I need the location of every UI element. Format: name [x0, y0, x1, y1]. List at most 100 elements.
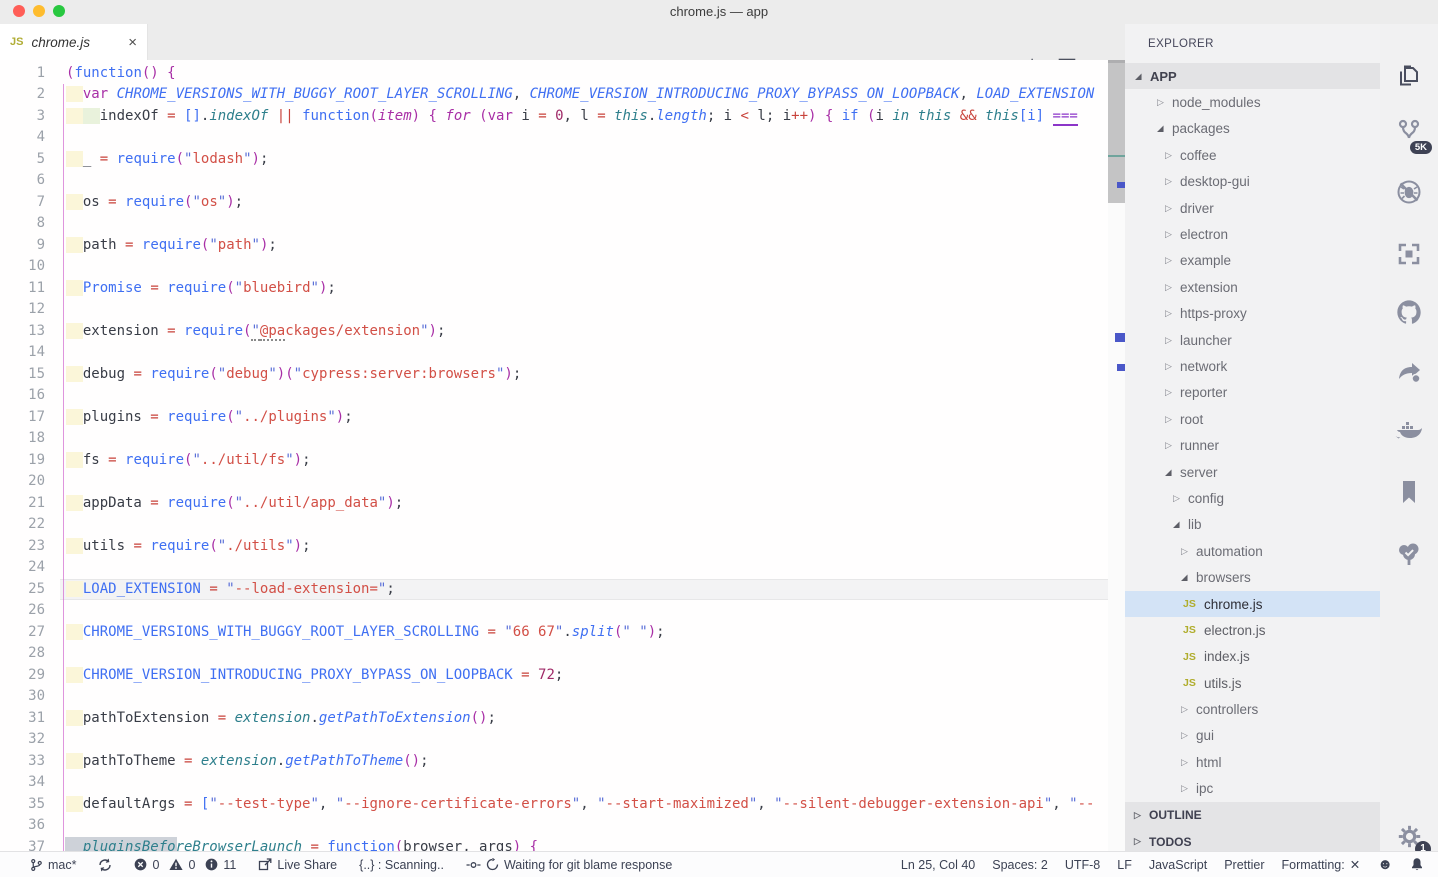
tree-item-packages[interactable]: ◢packages: [1125, 116, 1380, 142]
code-line-32[interactable]: 32: [0, 729, 1108, 751]
pull-requests-icon[interactable]: 5K: [1394, 117, 1424, 147]
sync-changes-item[interactable]: [98, 858, 112, 872]
code-line-1[interactable]: 1(function() {: [0, 63, 1108, 85]
tree-item-chrome-js[interactable]: JSchrome.js: [1125, 591, 1380, 617]
formatting-item[interactable]: Formatting: ✕: [1282, 857, 1361, 872]
tree-item-extension[interactable]: ▷extension: [1125, 274, 1380, 300]
code-line-4[interactable]: 4: [0, 127, 1108, 149]
code-line-17[interactable]: 17 plugins = require("../plugins");: [0, 407, 1108, 429]
tab-chrome-js[interactable]: JS chrome.js ×: [0, 24, 148, 60]
code-line-18[interactable]: 18: [0, 428, 1108, 450]
tree-item-launcher[interactable]: ▷launcher: [1125, 327, 1380, 353]
code-line-5[interactable]: 5 _ = require("lodash");: [0, 149, 1108, 171]
code-line-6[interactable]: 6: [0, 170, 1108, 192]
frame-icon[interactable]: [1394, 239, 1424, 269]
tree-item-browsers[interactable]: ◢browsers: [1125, 564, 1380, 590]
todos-section[interactable]: ▷ TODOS: [1125, 828, 1380, 851]
tree-item-label: coffee: [1180, 148, 1217, 163]
share-icon[interactable]: [1394, 356, 1424, 386]
bookmarks-icon[interactable]: [1394, 477, 1424, 507]
code-line-27[interactable]: 27 CHROME_VERSIONS_WITH_BUGGY_ROOT_LAYER…: [0, 622, 1108, 644]
github-icon[interactable]: [1394, 297, 1424, 327]
eol-item[interactable]: LF: [1117, 858, 1132, 872]
outline-section[interactable]: ▷ OUTLINE: [1125, 802, 1380, 829]
code-line-9[interactable]: 9 path = require("path");: [0, 235, 1108, 257]
code-line-10[interactable]: 10: [0, 256, 1108, 278]
cursor-position-item[interactable]: Ln 25, Col 40: [901, 858, 975, 872]
tree-item-label: network: [1180, 359, 1227, 374]
tree-item-utils-js[interactable]: JSutils.js: [1125, 670, 1380, 696]
code-line-16[interactable]: 16: [0, 385, 1108, 407]
code-line-33[interactable]: 33 pathToTheme = extension.getPathToThem…: [0, 751, 1108, 773]
tree-item-server[interactable]: ◢server: [1125, 459, 1380, 485]
code-line-12[interactable]: 12: [0, 299, 1108, 321]
tree-item-driver[interactable]: ▷driver: [1125, 195, 1380, 221]
tree-item-example[interactable]: ▷example: [1125, 248, 1380, 274]
code-line-28[interactable]: 28: [0, 643, 1108, 665]
code-line-31[interactable]: 31 pathToExtension = extension.getPathTo…: [0, 708, 1108, 730]
tree-item-ipc[interactable]: ▷ipc: [1125, 776, 1380, 802]
tree-item-html[interactable]: ▷html: [1125, 749, 1380, 775]
feedback-smiley-icon[interactable]: ☻: [1377, 857, 1393, 872]
code-line-30[interactable]: 30: [0, 686, 1108, 708]
files-icon[interactable]: [1394, 61, 1424, 91]
tree-item-root[interactable]: ▷root: [1125, 406, 1380, 432]
code-line-20[interactable]: 20: [0, 471, 1108, 493]
tree-item-coffee[interactable]: ▷coffee: [1125, 142, 1380, 168]
code-line-15[interactable]: 15 debug = require("debug")("cypress:ser…: [0, 364, 1108, 386]
tree-item-node-modules[interactable]: ▷node_modules: [1125, 89, 1380, 115]
code-line-14[interactable]: 14: [0, 342, 1108, 364]
code-line-23[interactable]: 23 utils = require("./utils");: [0, 536, 1108, 558]
code-editor[interactable]: 1(function() {2 var CHROME_VERSIONS_WITH…: [0, 60, 1108, 851]
project-tree-icon[interactable]: [1394, 539, 1424, 569]
tree-item-gui[interactable]: ▷gui: [1125, 723, 1380, 749]
tree-item-desktop-gui[interactable]: ▷desktop-gui: [1125, 169, 1380, 195]
close-tab-icon[interactable]: ×: [128, 35, 137, 50]
code-line-13[interactable]: 13 extension = require("@packages/extens…: [0, 321, 1108, 343]
code-line-37[interactable]: 37 pluginsBeforeBrowserLaunch = function…: [0, 837, 1108, 852]
tree-item-runner[interactable]: ▷runner: [1125, 432, 1380, 458]
tree-item-electron[interactable]: ▷electron: [1125, 221, 1380, 247]
docker-icon[interactable]: [1394, 416, 1424, 446]
notifications-bell-icon[interactable]: [1410, 857, 1424, 872]
code-line-3[interactable]: 3 indexOf = [].indexOf || function(item)…: [0, 106, 1108, 128]
no-bugs-icon[interactable]: [1394, 177, 1424, 207]
code-line-2[interactable]: 2 var CHROME_VERSIONS_WITH_BUGGY_ROOT_LA…: [0, 84, 1108, 106]
git-branch-item[interactable]: mac*: [30, 858, 76, 872]
tree-item-index-js[interactable]: JSindex.js: [1125, 644, 1380, 670]
problems-item[interactable]: 0 0 11: [134, 858, 236, 872]
code-line-36[interactable]: 36: [0, 815, 1108, 837]
formatter-label: Prettier: [1224, 858, 1264, 872]
tree-item-config[interactable]: ▷config: [1125, 485, 1380, 511]
code-line-26[interactable]: 26: [0, 600, 1108, 622]
tree-item-reporter[interactable]: ▷reporter: [1125, 380, 1380, 406]
code-line-7[interactable]: 7 os = require("os");: [0, 192, 1108, 214]
code-line-11[interactable]: 11 Promise = require("bluebird");: [0, 278, 1108, 300]
code-line-22[interactable]: 22: [0, 514, 1108, 536]
git-blame-item[interactable]: Waiting for git blame response: [466, 858, 672, 872]
live-share-item[interactable]: Live Share: [258, 858, 337, 872]
code-line-24[interactable]: 24: [0, 557, 1108, 579]
code-line-21[interactable]: 21 appData = require("../util/app_data")…: [0, 493, 1108, 515]
code-line-19[interactable]: 19 fs = require("../util/fs");: [0, 450, 1108, 472]
code-line-8[interactable]: 8: [0, 213, 1108, 235]
code-line-29[interactable]: 29 CHROME_VERSION_INTRODUCING_PROXY_BYPA…: [0, 665, 1108, 687]
tree-item-lib[interactable]: ◢lib: [1125, 512, 1380, 538]
formatter-item[interactable]: Prettier: [1224, 858, 1264, 872]
tree-item-automation[interactable]: ▷automation: [1125, 538, 1380, 564]
code-line-35[interactable]: 35 defaultArgs = ["--test-type", "--igno…: [0, 794, 1108, 816]
tree-item-app[interactable]: ◢APP: [1125, 63, 1380, 89]
tree-item-network[interactable]: ▷network: [1125, 353, 1380, 379]
code-line-34[interactable]: 34: [0, 772, 1108, 794]
chevron-right-icon: ▷: [1157, 97, 1172, 108]
settings-gear-icon[interactable]: 1: [1394, 821, 1424, 851]
encoding-item[interactable]: UTF-8: [1065, 858, 1100, 872]
tree-item-electron-js[interactable]: JSelectron.js: [1125, 617, 1380, 643]
editor-scrollbar[interactable]: [1108, 60, 1125, 851]
indentation-item[interactable]: Spaces: 2: [992, 858, 1048, 872]
code-line-25[interactable]: 25 LOAD_EXTENSION = "--load-extension=";: [0, 579, 1108, 601]
language-mode-item[interactable]: JavaScript: [1149, 858, 1207, 872]
tree-item-https-proxy[interactable]: ▷https-proxy: [1125, 301, 1380, 327]
tree-item-controllers[interactable]: ▷controllers: [1125, 696, 1380, 722]
scanning-item[interactable]: {..} : Scanning..: [359, 858, 444, 872]
